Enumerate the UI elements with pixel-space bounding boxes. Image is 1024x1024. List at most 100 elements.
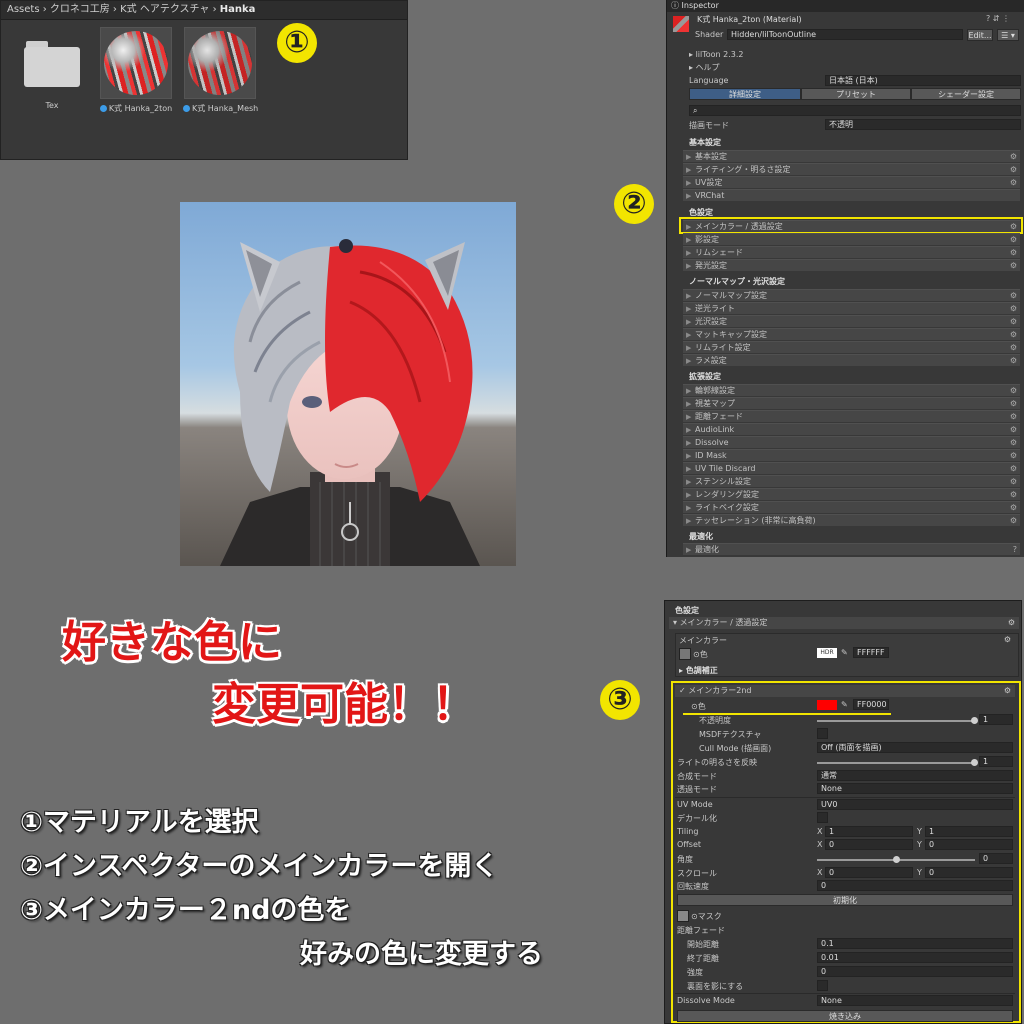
main-color-hex-field[interactable]: FFFFFF — [853, 647, 889, 658]
gear-icon[interactable]: ⚙ — [1010, 164, 1017, 176]
gear-icon[interactable]: ⚙ — [1004, 635, 1011, 644]
offset-x-field[interactable]: 0 — [825, 839, 913, 850]
foldout-distance-fade[interactable]: ▶ 距離フェード ⚙ — [683, 410, 1020, 422]
tab-presets[interactable]: プリセット — [801, 88, 911, 100]
foldout-uv-tile-discard[interactable]: ▶ UV Tile Discard ⚙ — [683, 462, 1020, 474]
foldout-rim-light[interactable]: ▶ リムライト設定 ⚙ — [683, 341, 1020, 353]
list-menu-icon[interactable]: ☰ ▾ — [997, 29, 1019, 41]
gear-icon[interactable]: ⚙ — [1010, 303, 1017, 315]
dissolve-mode-dropdown[interactable]: None — [817, 995, 1013, 1006]
help-icon[interactable]: ? — [1013, 544, 1017, 556]
edit-shader-button[interactable]: Edit... — [967, 29, 993, 41]
version-foldout[interactable]: ▸ lilToon 2.3.2 — [689, 50, 744, 59]
breadcrumb-item[interactable]: クロネコ工房 — [50, 4, 110, 15]
second-color-hex-field[interactable]: FF0000 — [853, 699, 889, 710]
foldout-audiolink[interactable]: ▶ AudioLink ⚙ — [683, 423, 1020, 435]
bake-button[interactable]: 焼き込み — [677, 1010, 1013, 1022]
asset-folder-tex[interactable]: Tex — [15, 27, 89, 110]
foldout-emission[interactable]: ▶ 発光設定 ⚙ — [683, 259, 1020, 271]
gear-icon[interactable]: ⚙ — [1010, 355, 1017, 367]
gear-icon[interactable]: ⚙ — [1010, 398, 1017, 410]
foldout-main-color-open[interactable]: ▾ メインカラー / 透過設定 ⚙ — [669, 617, 1019, 629]
offset-y-field[interactable]: 0 — [925, 839, 1013, 850]
gear-icon[interactable]: ⚙ — [1010, 151, 1017, 163]
foldout-backlight[interactable]: ▶ 逆光ライト ⚙ — [683, 302, 1020, 314]
gear-icon[interactable]: ⚙ — [1010, 489, 1017, 501]
asset-material-hanka-2ton[interactable]: K式 Hanka_2ton — [99, 27, 173, 114]
tab-inspector[interactable]: ⓘ Inspector — [667, 0, 1024, 12]
gear-icon[interactable]: ⚙ — [1010, 260, 1017, 272]
breadcrumb-item[interactable]: Assets — [7, 4, 40, 15]
gear-icon[interactable]: ⚙ — [1004, 685, 1011, 697]
gear-icon[interactable]: ⚙ — [1010, 247, 1017, 259]
gear-icon[interactable]: ⚙ — [1010, 342, 1017, 354]
foldout-tessellation[interactable]: ▶ テッセレーション (非常に高負荷) ⚙ — [683, 514, 1020, 526]
light-slider[interactable] — [817, 759, 978, 766]
main-color-2nd-header[interactable]: ✓ メインカラー2nd ⚙ — [675, 685, 1015, 697]
search-input[interactable]: ⌕ — [689, 105, 1021, 116]
shader-dropdown[interactable]: Hidden/lilToonOutline — [727, 29, 963, 40]
foldout-stencil[interactable]: ▶ ステンシル設定 ⚙ — [683, 475, 1020, 487]
texture-slot-icon[interactable] — [677, 910, 689, 922]
fade-end-field[interactable]: 0.01 — [817, 952, 1013, 963]
texture-slot-icon[interactable] — [679, 648, 691, 660]
foldout-lightbake[interactable]: ▶ ライトベイク設定 ⚙ — [683, 501, 1020, 513]
opacity-field[interactable]: 1 — [979, 714, 1013, 725]
main-color-swatch[interactable]: HDR — [817, 648, 837, 658]
color-correction-foldout[interactable]: ▸ 色調補正 — [679, 665, 718, 676]
gear-icon[interactable]: ⚙ — [1010, 290, 1017, 302]
backface-checkbox[interactable] — [817, 980, 828, 991]
foldout-reflection[interactable]: ▶ 光沢設定 ⚙ — [683, 315, 1020, 327]
fade-start-field[interactable]: 0.1 — [817, 938, 1013, 949]
second-color-swatch[interactable] — [817, 700, 837, 710]
gear-icon[interactable]: ⚙ — [1010, 316, 1017, 328]
foldout-parallax[interactable]: ▶ 視差マップ ⚙ — [683, 397, 1020, 409]
gear-icon[interactable]: ⚙ — [1010, 385, 1017, 397]
eyedropper-icon[interactable]: ✎ — [841, 648, 848, 657]
msdf-checkbox[interactable] — [817, 728, 828, 739]
gear-icon[interactable]: ⚙ — [1010, 411, 1017, 423]
rotate-field[interactable]: 0 — [817, 880, 1013, 891]
light-field[interactable]: 1 — [979, 756, 1013, 767]
tiling-x-field[interactable]: 1 — [825, 826, 913, 837]
breadcrumb-item[interactable]: K式 ヘアテクスチャ — [120, 4, 209, 15]
gear-icon[interactable]: ⚙ — [1010, 437, 1017, 449]
decal-checkbox[interactable] — [817, 812, 828, 823]
foldout-uv[interactable]: ▶ UV設定 ⚙ — [683, 176, 1020, 188]
angle-field[interactable]: 0 — [979, 853, 1013, 864]
slider-handle[interactable] — [971, 717, 978, 724]
gear-icon[interactable]: ⚙ — [1008, 617, 1015, 629]
scroll-x-field[interactable]: 0 — [825, 867, 913, 878]
help-icon[interactable]: ? ⇵ ⋮ — [986, 14, 1010, 23]
tab-advanced-settings[interactable]: 詳細設定 — [689, 88, 801, 100]
angle-slider[interactable] — [817, 856, 975, 863]
scroll-y-field[interactable]: 0 — [925, 867, 1013, 878]
opacity-slider[interactable] — [817, 717, 978, 724]
gear-icon[interactable]: ⚙ — [1010, 234, 1017, 246]
breadcrumb-item-current[interactable]: Hanka — [220, 4, 256, 15]
foldout-rim-shade[interactable]: ▶ リムシェード ⚙ — [683, 246, 1020, 258]
slider-handle[interactable] — [971, 759, 978, 766]
foldout-matcap[interactable]: ▶ マットキャップ設定 ⚙ — [683, 328, 1020, 340]
foldout-shadow[interactable]: ▶ 影設定 ⚙ — [683, 233, 1020, 245]
tab-shader-settings[interactable]: シェーダー設定 — [911, 88, 1021, 100]
gear-icon[interactable]: ⚙ — [1010, 502, 1017, 514]
gear-icon[interactable]: ⚙ — [1010, 463, 1017, 475]
help-foldout[interactable]: ▸ ヘルプ — [689, 62, 720, 73]
foldout-glitter[interactable]: ▶ ラメ設定 ⚙ — [683, 354, 1020, 366]
slider-handle[interactable] — [893, 856, 900, 863]
foldout-vrchat[interactable]: ▶ VRChat — [683, 189, 1020, 201]
foldout-optimize[interactable]: ▶ 最適化? — [683, 543, 1020, 555]
language-dropdown[interactable]: 日本語 (日本) — [825, 75, 1021, 86]
gear-icon[interactable]: ⚙ — [1010, 450, 1017, 462]
tiling-y-field[interactable]: 1 — [925, 826, 1013, 837]
gear-icon[interactable]: ⚙ — [1010, 476, 1017, 488]
render-mode-dropdown[interactable]: 不透明 — [825, 119, 1021, 130]
eyedropper-icon[interactable]: ✎ — [841, 700, 848, 709]
cull-mode-dropdown[interactable]: Off (両面を描画) — [817, 742, 1013, 753]
gear-icon[interactable]: ⚙ — [1010, 329, 1017, 341]
reset-button[interactable]: 初期化 — [677, 894, 1013, 906]
foldout-dissolve[interactable]: ▶ Dissolve ⚙ — [683, 436, 1020, 448]
asset-material-hanka-mesh[interactable]: K式 Hanka_Mesh — [183, 27, 258, 114]
foldout-normal-map[interactable]: ▶ ノーマルマップ設定 ⚙ — [683, 289, 1020, 301]
